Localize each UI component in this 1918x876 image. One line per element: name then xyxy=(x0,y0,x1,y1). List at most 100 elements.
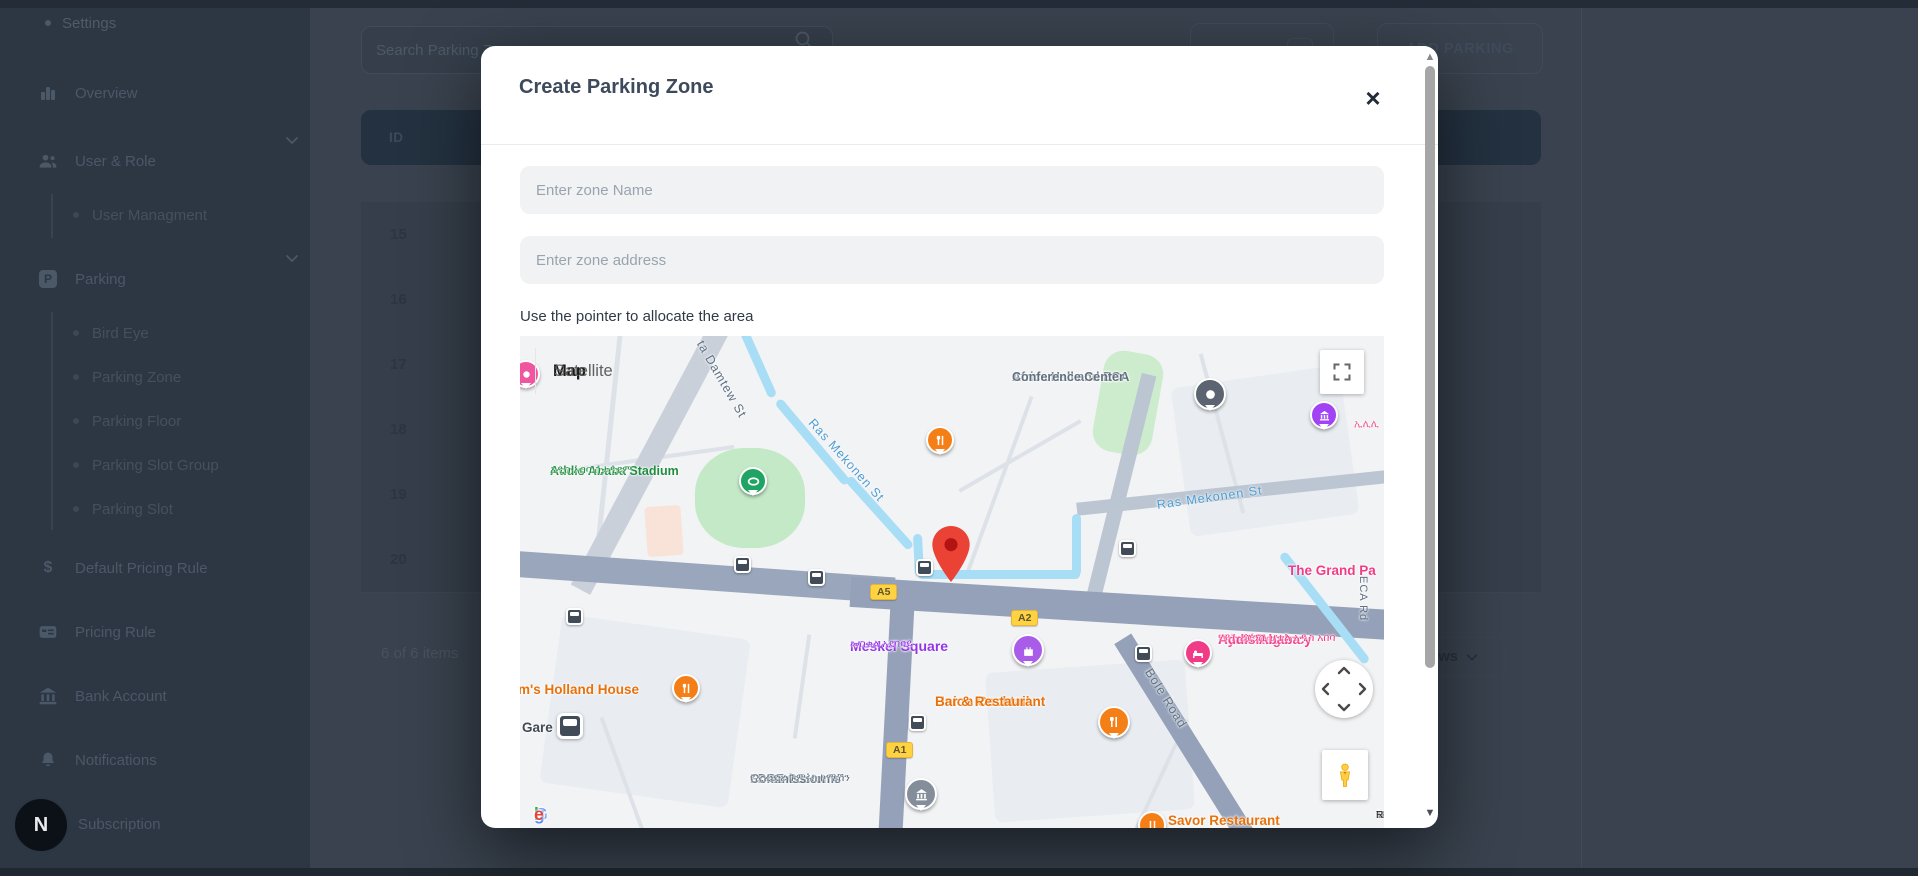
sidebar-item-parking-slot[interactable]: Parking Slot xyxy=(0,494,310,524)
window-top-strip xyxy=(0,0,1918,8)
cell-id: 20 xyxy=(390,551,407,568)
route-badge-a1: A1 xyxy=(886,742,914,758)
sidebar-item-label: Parking Slot Group xyxy=(92,456,219,474)
window-bottom-strip xyxy=(0,868,1918,876)
bullet-icon xyxy=(73,330,79,336)
sidebar-item-label: Bank Account xyxy=(75,687,167,705)
map-water-layer xyxy=(520,336,1384,828)
dollar-icon: $ xyxy=(43,559,53,576)
zone-address-input[interactable]: Enter zone address xyxy=(520,236,1384,284)
modal-divider xyxy=(481,144,1438,145)
bell-icon xyxy=(36,751,60,769)
cell-id: 17 xyxy=(390,356,407,373)
bullet-icon xyxy=(73,374,79,380)
bus-station-icon[interactable] xyxy=(1119,540,1136,557)
bus-station-icon[interactable] xyxy=(566,608,583,625)
modal-title: Create Parking Zone xyxy=(519,76,714,98)
stadium-poi-icon[interactable] xyxy=(739,467,767,496)
sidebar-item-label: Parking Floor xyxy=(92,412,182,430)
sidebar-item-label: Parking Slot xyxy=(92,500,173,518)
sidebar-item-user-role[interactable]: User & Role xyxy=(0,146,310,176)
bullet-icon xyxy=(73,418,79,424)
scrollbar-up-arrow[interactable]: ▲ xyxy=(1422,50,1438,64)
pegman-button[interactable] xyxy=(1322,750,1368,800)
sidebar-item-user-managment[interactable]: User Managment xyxy=(0,200,310,230)
sidebar-item-bank-account[interactable]: Bank Account xyxy=(0,681,310,711)
chevron-down-icon xyxy=(1466,654,1478,661)
africa-hall-poi-icon[interactable] xyxy=(1194,378,1226,411)
items-count: 6 of 6 items xyxy=(381,645,459,662)
sidebar-item-settings[interactable]: Settings xyxy=(0,8,310,38)
price-card-icon xyxy=(36,622,60,642)
sidebar-item-label: User Managment xyxy=(92,206,208,224)
content-right-divider xyxy=(1581,0,1582,876)
chevron-down-icon[interactable] xyxy=(284,250,300,266)
sidebar-item-parking[interactable]: P Parking xyxy=(0,264,310,294)
hyatt-poi-icon[interactable] xyxy=(1184,639,1212,668)
zone-name-input[interactable]: Enter zone Name xyxy=(520,166,1384,214)
satellite-button[interactable]: Satellite xyxy=(535,348,631,394)
restaurant-poi-icon[interactable] xyxy=(926,426,954,455)
sidebar-item-label: Bird Eye xyxy=(92,324,149,342)
google-map[interactable]: ta Damtew St Ras Mekonen St Ras Mekonen … xyxy=(520,336,1384,828)
scrollbar-down-arrow[interactable]: ▼ xyxy=(1422,806,1438,820)
sidebar-item-pricing-rule[interactable]: Pricing Rule xyxy=(0,617,310,647)
bus-station-icon[interactable] xyxy=(734,556,751,573)
sidebar-item-label: Settings xyxy=(62,14,117,32)
scrollbar-thumb[interactable] xyxy=(1425,66,1435,668)
pan-control[interactable] xyxy=(1315,660,1373,718)
app-root: Settings Overview User & Role User Manag… xyxy=(0,0,1918,876)
route-badge-a2: A2 xyxy=(1011,610,1039,626)
pan-arrows-icon xyxy=(1321,666,1367,712)
sidebar-item-label: Parking Zone xyxy=(92,368,182,386)
fdre-poi-icon[interactable] xyxy=(905,778,937,811)
sidebar-item-default-pricing-rule[interactable]: $ Default Pricing Rule xyxy=(0,553,310,583)
sidebar-item-parking-zone[interactable]: Parking Zone xyxy=(0,362,310,392)
close-icon[interactable]: × xyxy=(1357,82,1389,114)
bullet-icon xyxy=(73,462,79,468)
bank-icon xyxy=(36,686,60,706)
meskel-square-poi-icon[interactable] xyxy=(1012,634,1044,667)
sidebar-item-parking-slot-group[interactable]: Parking Slot Group xyxy=(0,450,310,480)
sidebar: Settings Overview User & Role User Manag… xyxy=(0,0,310,876)
sidebar-item-label: Pricing Rule xyxy=(75,623,156,641)
bar-chart-icon xyxy=(36,84,60,102)
chevron-down-icon[interactable] xyxy=(284,132,300,148)
train-station-icon[interactable] xyxy=(557,713,583,739)
sidebar-item-parking-floor[interactable]: Parking Floor xyxy=(0,406,310,436)
holland-restaurant-poi-icon[interactable] xyxy=(672,674,700,703)
cell-id: 15 xyxy=(390,226,407,243)
users-icon xyxy=(36,151,60,171)
location-pin-icon[interactable] xyxy=(932,526,970,582)
sidebar-item-label: User & Role xyxy=(75,152,156,170)
zone-address-placeholder: Enter zone address xyxy=(536,251,667,269)
cell-id: 19 xyxy=(390,486,407,503)
sidebar-item-notifications[interactable]: Notifications xyxy=(0,745,310,775)
sidebar-item-label: Overview xyxy=(75,84,138,102)
street-label: ECA Rd xyxy=(1357,576,1369,622)
bus-station-icon[interactable] xyxy=(1135,645,1152,662)
sidebar-item-bird-eye[interactable]: Bird Eye xyxy=(0,318,310,348)
avatar-letter: N xyxy=(33,813,49,836)
bus-station-icon[interactable] xyxy=(916,559,933,576)
cell-id: 16 xyxy=(390,291,407,308)
n-avatar[interactable]: N xyxy=(13,797,69,853)
bus-station-icon[interactable] xyxy=(808,569,825,586)
union-restaurant-poi-icon[interactable] xyxy=(1098,706,1130,739)
sidebar-item-label: Parking xyxy=(75,270,126,288)
zone-name-placeholder: Enter zone Name xyxy=(536,181,653,199)
pegman-icon xyxy=(1339,763,1351,787)
bus-station-icon[interactable] xyxy=(909,714,926,731)
fullscreen-button[interactable] xyxy=(1320,350,1364,394)
sidebar-item-overview[interactable]: Overview xyxy=(0,78,310,108)
map-hint-text: Use the pointer to allocate the area xyxy=(520,308,754,325)
bullet-icon xyxy=(73,506,79,512)
create-parking-zone-modal: Create Parking Zone × Enter zone Name En… xyxy=(481,46,1438,828)
column-header-id[interactable]: ID xyxy=(389,130,404,145)
route-badge-a5: A5 xyxy=(870,584,898,600)
parking-icon: P xyxy=(36,270,60,288)
museum-poi-icon[interactable] xyxy=(1310,401,1338,430)
sidebar-item-label: Notifications xyxy=(75,751,157,769)
bullet-icon xyxy=(73,212,79,218)
report-error-link[interactable]: Report a map error xyxy=(1376,810,1384,821)
